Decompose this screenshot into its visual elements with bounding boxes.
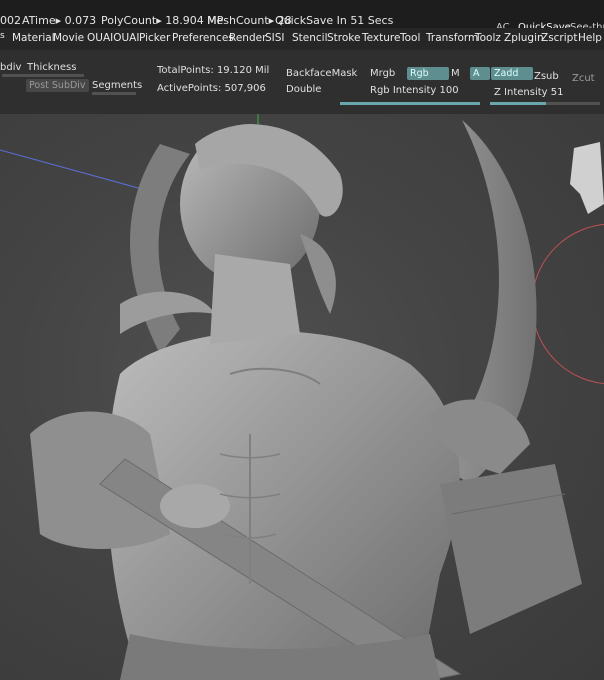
polycount-readout: PolyCount▸ 18.904 MP [101,14,224,27]
menu-item-stroke[interactable]: Stroke [327,32,360,44]
menu-bar: s Material Movie OUAIOUAI Picker Prefere… [0,28,604,50]
rgb-intensity-slider[interactable] [340,102,480,105]
menu-item-help[interactable]: Help [578,32,602,44]
menu-item-render[interactable]: Render [229,32,266,44]
sculpt-canvas[interactable] [0,114,604,680]
rgb-intensity-fill [340,102,480,105]
m-button[interactable]: M [451,68,460,79]
neck-shape [210,254,300,344]
active-points-readout: ActivePoints: 507,906 [157,83,266,94]
status-bar: 002 ATime▸ 0.073 PolyCount▸ 18.904 MP Me… [0,0,604,33]
menu-item-ouaiouai[interactable]: OUAIOUAI [87,32,139,44]
zadd-button[interactable]: Zadd [491,67,533,80]
menu-item-movie[interactable]: Movie [53,32,84,44]
zbrush-window: 002 ATime▸ 0.073 PolyCount▸ 18.904 MP Me… [0,0,604,680]
rgb-intensity-label: Rgb Intensity 100 [370,85,459,96]
bracer-shape [440,464,582,634]
zsub-button[interactable]: Zsub [534,71,559,82]
menu-item-toolz[interactable]: Toolz [475,32,501,44]
post-subdiv-button[interactable]: Post SubDiv [26,79,89,92]
z-intensity-slider[interactable] [490,102,600,105]
menu-item-preferences[interactable]: Preferences [172,32,234,44]
menu-item-transform[interactable]: Transform [426,32,478,44]
sdiv-label[interactable]: bdiv [0,62,21,73]
axis-line-blue [0,149,161,195]
menu-item-sisi[interactable]: SISI [265,32,285,44]
menu-item-texture[interactable]: Texture [362,32,400,44]
zcut-button[interactable]: Zcut [572,73,595,84]
free-mem-readout: 002 [0,14,21,27]
thickness-slider[interactable] [2,74,84,77]
canvas-viewport[interactable] [0,114,604,680]
quicksave-timer: QuickSave In 51 Secs [275,14,394,27]
menu-left-marker: s [0,31,5,41]
tool-row: bdiv Thickness Post SubDiv Segments Tota… [0,50,604,114]
rgb-button[interactable]: Rgb [407,67,449,80]
total-points-readout: TotalPoints: 19.120 Mil [157,65,270,76]
menu-item-tool[interactable]: Tool [400,32,420,44]
segments-slider[interactable] [92,92,136,95]
double-button[interactable]: Double [286,84,321,95]
reference-head-thumbnail[interactable] [570,142,604,214]
rotation-ring-red [531,223,604,385]
segments-label[interactable]: Segments [92,80,142,91]
ponytail-shape [300,234,336,314]
thickness-label[interactable]: Thickness [27,62,76,73]
hand-shape [160,484,230,528]
z-intensity-fill [490,102,547,105]
menu-item-stencil[interactable]: Stencil [292,32,328,44]
menu-item-zplugin[interactable]: Zplugin [504,32,544,44]
menu-item-material[interactable]: Material [12,32,55,44]
a-button[interactable]: A [470,67,490,80]
menu-item-picker[interactable]: Picker [139,32,170,44]
mrgb-button[interactable]: Mrgb [370,68,395,79]
atime-readout: ATime▸ 0.073 [22,14,97,27]
z-intensity-label: Z Intensity 51 [494,87,564,98]
backface-mask-button[interactable]: BackfaceMask [286,68,357,79]
menu-item-zscript[interactable]: Zscript [541,32,577,44]
